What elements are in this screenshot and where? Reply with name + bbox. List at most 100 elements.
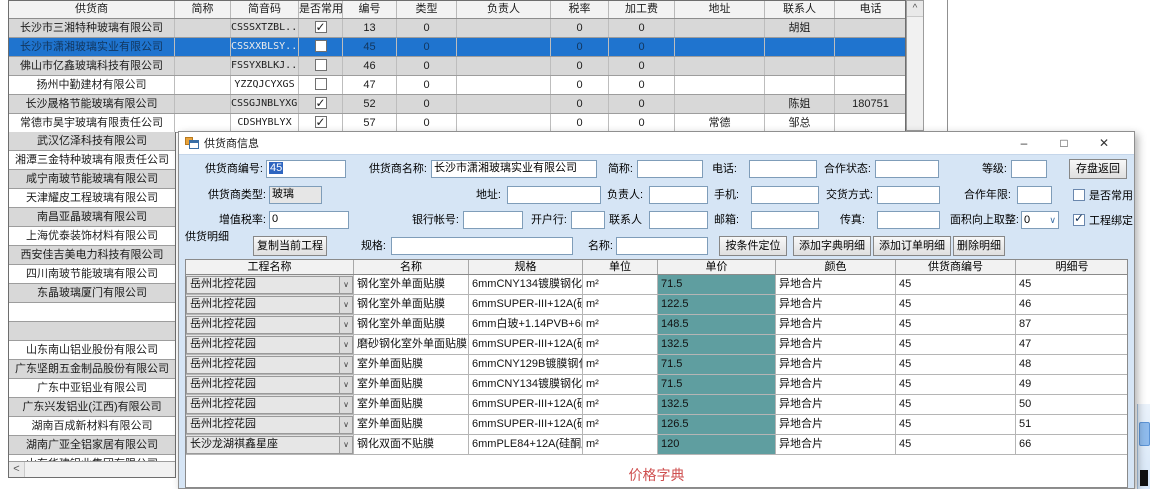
- chevron-down-icon[interactable]: ∨: [339, 357, 352, 373]
- grid-cell[interactable]: 71.5: [658, 355, 776, 374]
- address-input[interactable]: [507, 186, 601, 204]
- maximize-icon[interactable]: □: [1044, 133, 1084, 153]
- supplier-list-item[interactable]: [9, 322, 175, 341]
- project-combo-cell[interactable]: 岳州北控花园∨: [186, 355, 354, 374]
- common-checkbox[interactable]: [315, 78, 327, 90]
- supplier-list-item[interactable]: 四川南玻节能玻璃有限公司: [9, 265, 175, 284]
- grid-row[interactable]: 岳州北控花园∨钢化室外单面贴膜6mmCNY134镀膜钢化m²71.5异地合片45…: [186, 275, 1128, 295]
- dialog-title-bar[interactable]: 供货商信息 – □ ✕: [179, 132, 1134, 154]
- grid-cell[interactable]: m²: [583, 435, 658, 454]
- grid-cell[interactable]: 148.5: [658, 315, 776, 334]
- add-dictionary-detail-button[interactable]: 添加字典明细: [793, 236, 871, 256]
- project-select[interactable]: 岳州北控花园∨: [186, 396, 353, 414]
- horizontal-scrollbar[interactable]: <: [9, 461, 175, 477]
- grid-cell[interactable]: 6mmCNY134镀膜钢化: [469, 375, 583, 394]
- grid-cell[interactable]: 6mmSUPER-III+12A(硅...: [469, 415, 583, 434]
- column-header[interactable]: 简称: [175, 1, 231, 18]
- grid-column-header[interactable]: 单位: [583, 260, 658, 274]
- grid-row[interactable]: 岳州北控花园∨室外单面贴膜6mmCNY134镀膜钢化m²71.5异地合片4549: [186, 375, 1128, 395]
- table-row[interactable]: 佛山市亿鑫玻璃科技有限公司FSSYXBLKJ...46000: [9, 57, 905, 76]
- grid-cell[interactable]: 6mm白玻+1.14PVB+6mm...: [469, 315, 583, 334]
- grid-cell[interactable]: 45: [896, 275, 1016, 294]
- project-combo-cell[interactable]: 岳州北控花园∨: [186, 295, 354, 314]
- supplier-name-input[interactable]: 长沙市潇湘玻璃实业有限公司: [431, 160, 597, 178]
- coop-status-input[interactable]: [875, 160, 939, 178]
- supplier-list-item[interactable]: 湘潭三金特种玻璃有限责任公司: [9, 151, 175, 170]
- project-select[interactable]: 长沙龙湖祺鑫星座∨: [186, 436, 353, 454]
- chevron-down-icon[interactable]: ∨: [339, 337, 352, 353]
- add-order-detail-button[interactable]: 添加订单明细: [873, 236, 951, 256]
- chevron-down-icon[interactable]: ∨: [339, 397, 352, 413]
- grid-cell[interactable]: 异地合片: [776, 315, 896, 334]
- delivery-method-input[interactable]: [877, 186, 940, 204]
- column-header[interactable]: 电话: [835, 1, 907, 18]
- grid-cell[interactable]: m²: [583, 295, 658, 314]
- grid-column-header[interactable]: 明细号: [1016, 260, 1128, 274]
- grid-cell[interactable]: 6mmSUPER-III+12A(硅...: [469, 395, 583, 414]
- grid-cell[interactable]: 49: [1016, 375, 1128, 394]
- grid-cell[interactable]: 132.5: [658, 335, 776, 354]
- common-checkbox[interactable]: [315, 116, 327, 128]
- grid-cell[interactable]: 异地合片: [776, 335, 896, 354]
- table-row[interactable]: 长沙市潇湘玻璃实业有限公司CSSXXBLSY...45000: [9, 38, 905, 57]
- grid-cell[interactable]: 钢化室外单面贴膜: [354, 315, 469, 334]
- grid-column-header[interactable]: 工程名称: [186, 260, 354, 274]
- grid-cell[interactable]: 磨砂钢化室外单面贴膜: [354, 335, 469, 354]
- grid-cell[interactable]: 异地合片: [776, 435, 896, 454]
- supplier-list-item[interactable]: 上海优泰装饰材料有限公司: [9, 227, 175, 246]
- supplier-list-item[interactable]: 东晶玻璃厦门有限公司: [9, 284, 175, 303]
- email-input[interactable]: [751, 211, 819, 229]
- vertical-scrollbar[interactable]: ^: [906, 0, 924, 131]
- project-select[interactable]: 岳州北控花园∨: [186, 276, 353, 294]
- column-header[interactable]: 负责人: [457, 1, 551, 18]
- save-return-button[interactable]: 存盘返回: [1069, 159, 1127, 179]
- column-header[interactable]: 联系人: [765, 1, 835, 18]
- grid-cell[interactable]: 66: [1016, 435, 1128, 454]
- grid-cell[interactable]: 132.5: [658, 395, 776, 414]
- locate-by-condition-button[interactable]: 按条件定位: [719, 236, 787, 256]
- grid-cell[interactable]: m²: [583, 315, 658, 334]
- grid-cell[interactable]: 钢化室外单面贴膜: [354, 275, 469, 294]
- fax-input[interactable]: [877, 211, 940, 229]
- common-checkbox[interactable]: [315, 97, 327, 109]
- common-checkbox[interactable]: [315, 59, 327, 71]
- grid-cell[interactable]: 45: [896, 295, 1016, 314]
- grid-cell[interactable]: 6mmSUPER-III+12A(硅...: [469, 295, 583, 314]
- manager-input[interactable]: [649, 186, 708, 204]
- bank-account-input[interactable]: [463, 211, 523, 229]
- area-round-up-select[interactable]: 0 ∨: [1021, 211, 1059, 229]
- grid-cell[interactable]: m²: [583, 375, 658, 394]
- grid-cell[interactable]: 6mmCNY134镀膜钢化: [469, 275, 583, 294]
- mobile-input[interactable]: [751, 186, 819, 204]
- table-row[interactable]: 长沙晟格节能玻璃有限公司CSSGJNBLYXGS52000陈姐180751: [9, 95, 905, 114]
- grid-cell[interactable]: m²: [583, 415, 658, 434]
- grid-cell[interactable]: 46: [1016, 295, 1128, 314]
- scroll-up-icon[interactable]: ^: [907, 1, 923, 17]
- grid-cell[interactable]: 45: [896, 335, 1016, 354]
- chevron-down-icon[interactable]: ∨: [339, 297, 352, 313]
- chevron-down-icon[interactable]: ∨: [339, 277, 352, 293]
- grid-column-header[interactable]: 供货商编号: [896, 260, 1016, 274]
- project-combo-cell[interactable]: 岳州北控花园∨: [186, 315, 354, 334]
- grid-cell[interactable]: 钢化双面不贴膜: [354, 435, 469, 454]
- project-select[interactable]: 岳州北控花园∨: [186, 296, 353, 314]
- grid-cell[interactable]: m²: [583, 395, 658, 414]
- grid-column-header[interactable]: 规格: [469, 260, 583, 274]
- supplier-list-item[interactable]: 广东坚朗五金制品股份有限公司: [9, 360, 175, 379]
- grid-cell[interactable]: 126.5: [658, 415, 776, 434]
- project-combo-cell[interactable]: 岳州北控花园∨: [186, 395, 354, 414]
- chevron-down-icon[interactable]: ∨: [339, 437, 352, 453]
- project-select[interactable]: 岳州北控花园∨: [186, 336, 353, 354]
- supplier-list-item[interactable]: 咸宁南玻节能玻璃有限公司: [9, 170, 175, 189]
- project-combo-cell[interactable]: 长沙龙湖祺鑫星座∨: [186, 435, 354, 454]
- grid-cell[interactable]: 异地合片: [776, 355, 896, 374]
- project-combo-cell[interactable]: 岳州北控花园∨: [186, 335, 354, 354]
- vat-rate-input[interactable]: 0: [269, 211, 349, 229]
- close-icon[interactable]: ✕: [1084, 133, 1124, 153]
- grid-cell[interactable]: 异地合片: [776, 275, 896, 294]
- grid-column-header[interactable]: 名称: [354, 260, 469, 274]
- project-combo-cell[interactable]: 岳州北控花园∨: [186, 375, 354, 394]
- grid-cell[interactable]: 6mmPLE84+12A(硅酮胶...: [469, 435, 583, 454]
- grid-cell[interactable]: 45: [896, 415, 1016, 434]
- grid-cell[interactable]: 120: [658, 435, 776, 454]
